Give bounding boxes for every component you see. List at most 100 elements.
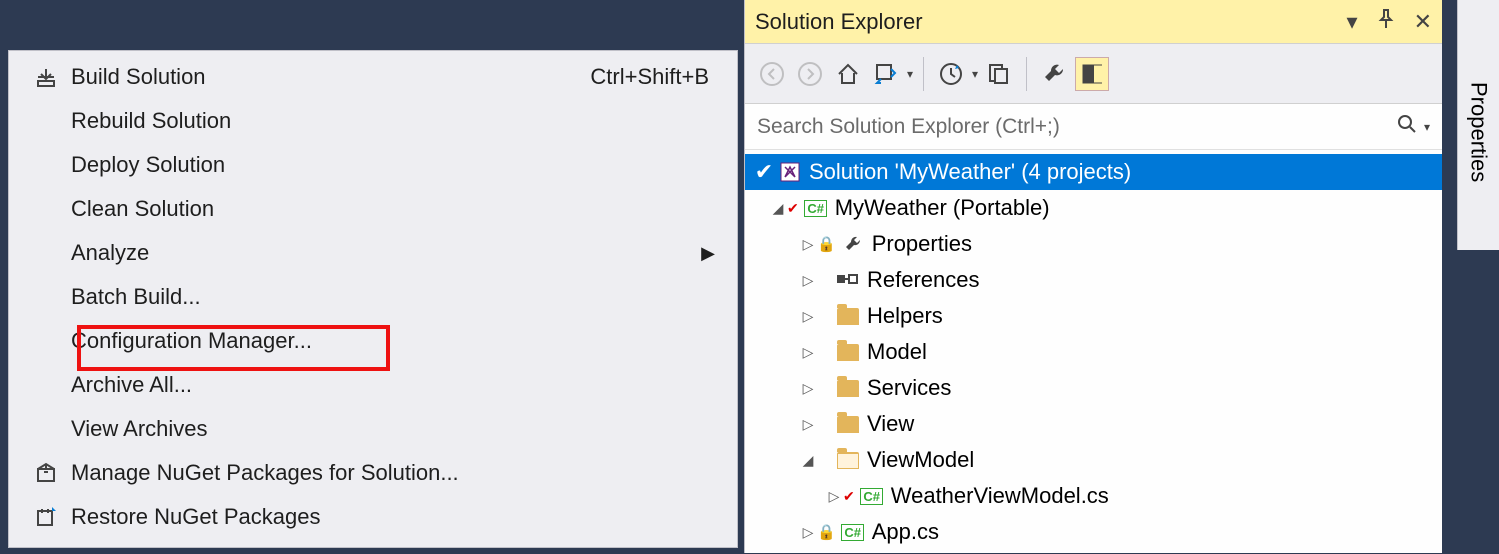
menu-label: Batch Build... (71, 284, 735, 310)
menu-item-rebuild-solution[interactable]: Rebuild Solution (11, 99, 735, 143)
node-label: Properties (868, 231, 972, 257)
search-icon[interactable] (1396, 113, 1418, 141)
close-icon[interactable]: ✕ (1414, 9, 1432, 35)
tree-project-node[interactable]: ◢ ✔ C# MyWeather (Portable) (745, 190, 1442, 226)
solution-explorer-toolbar: ▾ ▾ (745, 44, 1442, 104)
preview-button[interactable] (1075, 57, 1109, 91)
csharp-file-icon: C# (838, 524, 868, 541)
menu-item-analyze[interactable]: Analyze ▶ (11, 231, 735, 275)
submenu-arrow-icon: ▶ (701, 243, 735, 264)
build-icon (21, 65, 71, 89)
properties-tab-label: Properties (1466, 68, 1492, 182)
menu-item-manage-nuget[interactable]: Manage NuGet Packages for Solution... (11, 451, 735, 495)
folder-icon (833, 308, 863, 325)
collapse-icon[interactable]: ◢ (799, 452, 817, 469)
expand-icon[interactable]: ▷ (799, 308, 817, 325)
expand-icon[interactable]: ▷ (799, 416, 817, 433)
restore-icon (21, 505, 71, 529)
menu-label: Rebuild Solution (71, 108, 735, 134)
folder-open-icon (833, 452, 863, 469)
node-label: ViewModel (863, 447, 974, 473)
expand-icon[interactable]: ▷ (799, 272, 817, 289)
file-label: WeatherViewModel.cs (887, 483, 1109, 509)
menu-label: Archive All... (71, 372, 735, 398)
properties-tab[interactable]: Properties (1457, 0, 1499, 250)
tree-solution-node[interactable]: ✔ Solution 'MyWeather' (4 projects) (745, 154, 1442, 190)
solution-tree: ✔ Solution 'MyWeather' (4 projects) ◢ ✔ … (745, 150, 1442, 554)
tree-properties-node[interactable]: ▷ 🔒 Properties (745, 226, 1442, 262)
file-label: App.cs (868, 519, 939, 545)
node-label: Model (863, 339, 927, 365)
solution-icon (775, 161, 805, 183)
menu-label: Clean Solution (71, 196, 735, 222)
solution-explorer-title-bar: Solution Explorer ▾ ✕ (745, 0, 1442, 44)
expand-icon[interactable]: ▷ (799, 344, 817, 361)
solution-label: Solution 'MyWeather' (4 projects) (805, 159, 1131, 185)
menu-label: Deploy Solution (71, 152, 735, 178)
menu-item-configuration-manager[interactable]: Configuration Manager... (11, 319, 735, 363)
tree-folder-model[interactable]: ▷ Model (745, 334, 1442, 370)
check-icon: ✔ (753, 159, 775, 185)
project-label: MyWeather (Portable) (831, 195, 1050, 221)
collapse-icon[interactable]: ◢ (769, 200, 787, 217)
pin-icon[interactable] (1378, 9, 1394, 35)
properties-button[interactable] (1037, 57, 1071, 91)
menu-item-restore-nuget[interactable]: Restore NuGet Packages (11, 495, 735, 539)
pending-changes-button[interactable] (934, 57, 968, 91)
folder-icon (833, 416, 863, 433)
solution-explorer-panel: Solution Explorer ▾ ✕ ▾ ▾ Search Solutio… (744, 0, 1442, 553)
home-button[interactable] (831, 57, 865, 91)
solution-explorer-search[interactable]: Search Solution Explorer (Ctrl+;) ▾ (745, 104, 1442, 150)
wrench-icon (838, 234, 868, 254)
tree-file-app[interactable]: ▷ 🔒 C# App.cs (745, 514, 1442, 550)
expand-icon[interactable]: ▷ (799, 236, 817, 253)
menu-item-view-archives[interactable]: View Archives (11, 407, 735, 451)
tree-folder-viewmodel[interactable]: ◢ ViewModel (745, 442, 1442, 478)
tree-folder-services[interactable]: ▷ Services (745, 370, 1442, 406)
lock-icon: 🔒 (817, 235, 836, 253)
folder-icon (833, 344, 863, 361)
menu-label: Analyze (71, 240, 701, 266)
menu-label: View Archives (71, 416, 735, 442)
tree-references-node[interactable]: ▷ References (745, 262, 1442, 298)
csharp-project-icon: C# (801, 200, 831, 217)
dropdown-caret-icon[interactable]: ▾ (972, 67, 978, 81)
menu-item-archive-all[interactable]: Archive All... (11, 363, 735, 407)
sync-button[interactable] (869, 57, 903, 91)
forward-button[interactable] (793, 57, 827, 91)
menu-item-build-solution[interactable]: Build Solution Ctrl+Shift+B (11, 55, 735, 99)
node-label: References (863, 267, 980, 293)
checkout-icon: ✔ (843, 488, 855, 505)
menu-item-clean-solution[interactable]: Clean Solution (11, 187, 735, 231)
expand-icon[interactable]: ▷ (799, 524, 817, 541)
show-all-files-button[interactable] (982, 57, 1016, 91)
menu-item-batch-build[interactable]: Batch Build... (11, 275, 735, 319)
nuget-icon (21, 461, 71, 485)
node-label: Services (863, 375, 951, 401)
menu-label: Build Solution (71, 64, 590, 90)
csharp-file-icon: C# (857, 488, 887, 505)
menu-shortcut: Ctrl+Shift+B (590, 64, 735, 90)
menu-label: Configuration Manager... (71, 328, 735, 354)
menu-item-deploy-solution[interactable]: Deploy Solution (11, 143, 735, 187)
lock-icon: 🔒 (817, 523, 836, 541)
panel-title: Solution Explorer (755, 9, 923, 35)
build-context-menu: Build Solution Ctrl+Shift+B Rebuild Solu… (8, 50, 738, 548)
checkout-icon: ✔ (787, 200, 799, 217)
dropdown-caret-icon[interactable]: ▾ (907, 67, 913, 81)
window-position-dropdown-icon[interactable]: ▾ (1347, 9, 1358, 35)
expand-icon[interactable]: ▷ (825, 488, 843, 505)
tree-folder-helpers[interactable]: ▷ Helpers (745, 298, 1442, 334)
menu-label: Restore NuGet Packages (71, 504, 735, 530)
menu-label: Manage NuGet Packages for Solution... (71, 460, 735, 486)
tree-folder-view[interactable]: ▷ View (745, 406, 1442, 442)
dropdown-caret-icon[interactable]: ▾ (1424, 120, 1430, 134)
references-icon (833, 272, 863, 288)
node-label: Helpers (863, 303, 943, 329)
expand-icon[interactable]: ▷ (799, 380, 817, 397)
tree-file-weatherviewmodel[interactable]: ▷ ✔ C# WeatherViewModel.cs (745, 478, 1442, 514)
back-button[interactable] (755, 57, 789, 91)
node-label: View (863, 411, 914, 437)
folder-icon (833, 380, 863, 397)
search-placeholder: Search Solution Explorer (Ctrl+;) (757, 115, 1060, 139)
